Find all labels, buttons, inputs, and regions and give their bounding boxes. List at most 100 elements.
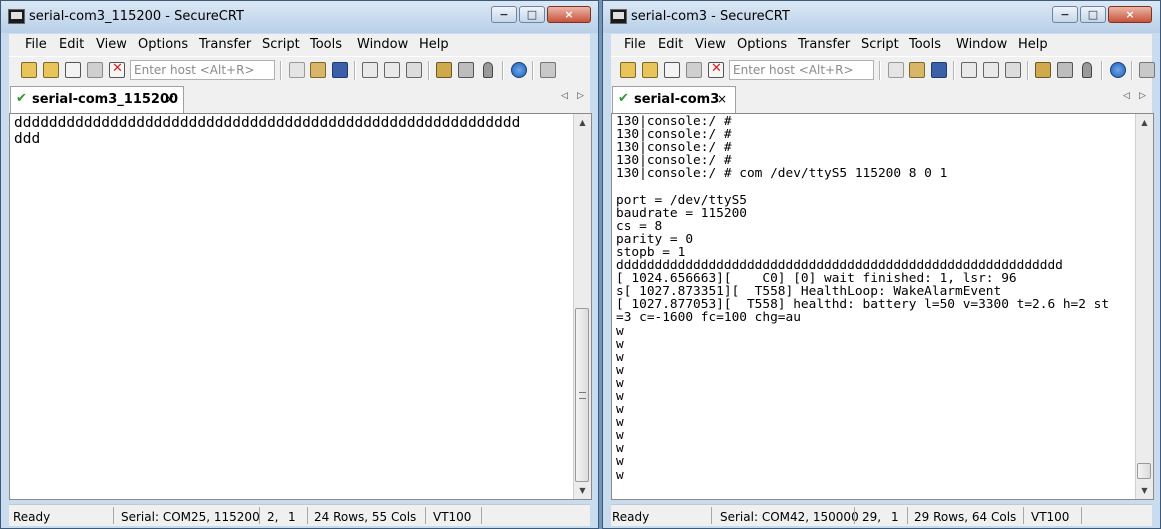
find-icon[interactable] <box>332 62 348 78</box>
securecrt-app-icon[interactable] <box>610 9 627 24</box>
vertical-scrollbar[interactable]: ▲ ▼ <box>573 114 591 499</box>
securecrt-window-right: serial-com3 - SecureCRT − □ × File Edit … <box>602 0 1161 529</box>
connect-tab-icon[interactable] <box>664 62 680 78</box>
close-button[interactable]: × <box>547 6 591 23</box>
menu-transfer[interactable]: Transfer <box>199 37 251 52</box>
menu-options[interactable]: Options <box>737 37 787 52</box>
status-size: 29 Rows, 64 Cols <box>914 510 1017 524</box>
toolbar-separator <box>1027 61 1029 80</box>
securecrt-app-icon[interactable] <box>8 9 25 24</box>
tab-scroll-left-icon[interactable]: ◁ <box>1123 91 1130 101</box>
status-serial: Serial: COM25, 115200 <box>121 510 260 524</box>
scroll-down-arrow-icon[interactable]: ▼ <box>574 482 591 499</box>
title-bar[interactable]: serial-com3_115200 - SecureCRT − □ × <box>1 1 598 33</box>
menu-file[interactable]: File <box>624 37 646 52</box>
tab-scroll-left-icon[interactable]: ◁ <box>561 91 568 101</box>
terminal-area[interactable]: 130|console:/ # 130|console:/ # 130|cons… <box>611 113 1154 500</box>
print-screen-icon[interactable] <box>362 62 378 78</box>
tab-scroll-right-icon[interactable]: ▷ <box>577 91 584 101</box>
connect-icon[interactable] <box>21 62 37 78</box>
close-tab-icon[interactable]: × <box>717 92 727 106</box>
close-tab-icon[interactable]: × <box>165 92 175 106</box>
title-bar[interactable]: serial-com3 - SecureCRT − □ × <box>603 1 1160 33</box>
menu-script[interactable]: Script <box>861 37 899 52</box>
paste-icon[interactable] <box>310 62 326 78</box>
print-selection-icon[interactable] <box>384 62 400 78</box>
disconnect-icon[interactable]: ✕ <box>109 61 125 78</box>
status-separator <box>481 507 482 524</box>
global-options-icon[interactable] <box>1057 62 1073 78</box>
window-title: serial-com3 - SecureCRT <box>631 9 790 24</box>
global-options-icon[interactable] <box>458 62 474 78</box>
minimize-button[interactable]: − <box>491 6 517 23</box>
maximize-button[interactable]: □ <box>1080 6 1106 23</box>
keymap-icon[interactable] <box>483 62 493 78</box>
tab-scroll-right-icon[interactable]: ▷ <box>1139 91 1146 101</box>
status-separator <box>711 507 712 524</box>
close-button[interactable]: × <box>1108 6 1152 23</box>
help-icon[interactable] <box>511 62 527 78</box>
toolbar-separator <box>428 61 430 80</box>
menu-tools[interactable]: Tools <box>310 37 342 52</box>
connect-tab-icon[interactable] <box>65 62 81 78</box>
print-selection-icon[interactable] <box>983 62 999 78</box>
connect-icon[interactable] <box>620 62 636 78</box>
menu-edit[interactable]: Edit <box>658 37 683 52</box>
toolbar-separator <box>953 61 955 80</box>
session-options-icon[interactable] <box>436 62 452 78</box>
menu-tools[interactable]: Tools <box>909 37 941 52</box>
paste-icon[interactable] <box>909 62 925 78</box>
status-separator <box>854 507 855 524</box>
menu-view[interactable]: View <box>695 37 726 52</box>
help-icon[interactable] <box>1110 62 1126 78</box>
menu-view[interactable]: View <box>96 37 127 52</box>
session-tab-bar: ✔ serial-com3 × ◁ ▷ <box>611 83 1152 113</box>
minimize-button[interactable]: − <box>1052 6 1078 23</box>
vertical-scrollbar[interactable]: ▲ ▼ <box>1135 114 1153 499</box>
scroll-up-arrow-icon[interactable]: ▲ <box>574 114 591 131</box>
menu-edit[interactable]: Edit <box>59 37 84 52</box>
menu-script[interactable]: Script <box>262 37 300 52</box>
status-separator <box>1081 507 1082 524</box>
reconnect-icon[interactable] <box>87 62 103 78</box>
menu-help[interactable]: Help <box>1018 37 1048 52</box>
tab-serial-com3-115200[interactable]: ✔ serial-com3_115200 × <box>10 86 184 113</box>
menu-file[interactable]: File <box>25 37 47 52</box>
quick-connect-icon[interactable] <box>43 62 59 78</box>
terminal-area[interactable]: dddddddddddddddddddddddddddddddddddddddd… <box>9 113 592 500</box>
tab-serial-com3[interactable]: ✔ serial-com3 × <box>612 86 736 113</box>
reconnect-icon[interactable] <box>686 62 702 78</box>
copy-icon[interactable] <box>888 62 904 78</box>
sftp-icon[interactable] <box>540 62 556 78</box>
maximize-button[interactable]: □ <box>519 6 545 23</box>
copy-icon[interactable] <box>289 62 305 78</box>
scroll-down-arrow-icon[interactable]: ▼ <box>1136 482 1153 499</box>
sftp-icon[interactable] <box>1139 62 1155 78</box>
find-icon[interactable] <box>931 62 947 78</box>
scrollbar-thumb[interactable] <box>1137 463 1151 479</box>
scrollbar-thumb[interactable] <box>575 308 589 482</box>
menu-transfer[interactable]: Transfer <box>798 37 850 52</box>
menu-window[interactable]: Window <box>956 37 1007 52</box>
status-emulation: VT100 <box>1031 510 1070 524</box>
terminal-output: 130|console:/ # 130|console:/ # 130|cons… <box>616 114 1110 483</box>
menu-help[interactable]: Help <box>419 37 449 52</box>
keymap-icon[interactable] <box>1082 62 1092 78</box>
status-ready: Ready <box>612 510 650 524</box>
status-emulation: VT100 <box>433 510 472 524</box>
toolbar-separator <box>502 61 504 80</box>
disconnect-icon[interactable]: ✕ <box>708 61 724 78</box>
menu-window[interactable]: Window <box>357 37 408 52</box>
enter-host-input[interactable]: Enter host <Alt+R> <box>130 60 275 80</box>
print-icon[interactable] <box>1005 62 1021 78</box>
status-separator <box>113 507 114 524</box>
print-icon[interactable] <box>406 62 422 78</box>
toolbar-separator <box>1131 61 1133 80</box>
scroll-up-arrow-icon[interactable]: ▲ <box>1136 114 1153 131</box>
quick-connect-icon[interactable] <box>642 62 658 78</box>
menu-options[interactable]: Options <box>138 37 188 52</box>
terminal-output: dddddddddddddddddddddddddddddddddddddddd… <box>14 115 521 147</box>
enter-host-input[interactable]: Enter host <Alt+R> <box>729 60 874 80</box>
session-options-icon[interactable] <box>1035 62 1051 78</box>
print-screen-icon[interactable] <box>961 62 977 78</box>
